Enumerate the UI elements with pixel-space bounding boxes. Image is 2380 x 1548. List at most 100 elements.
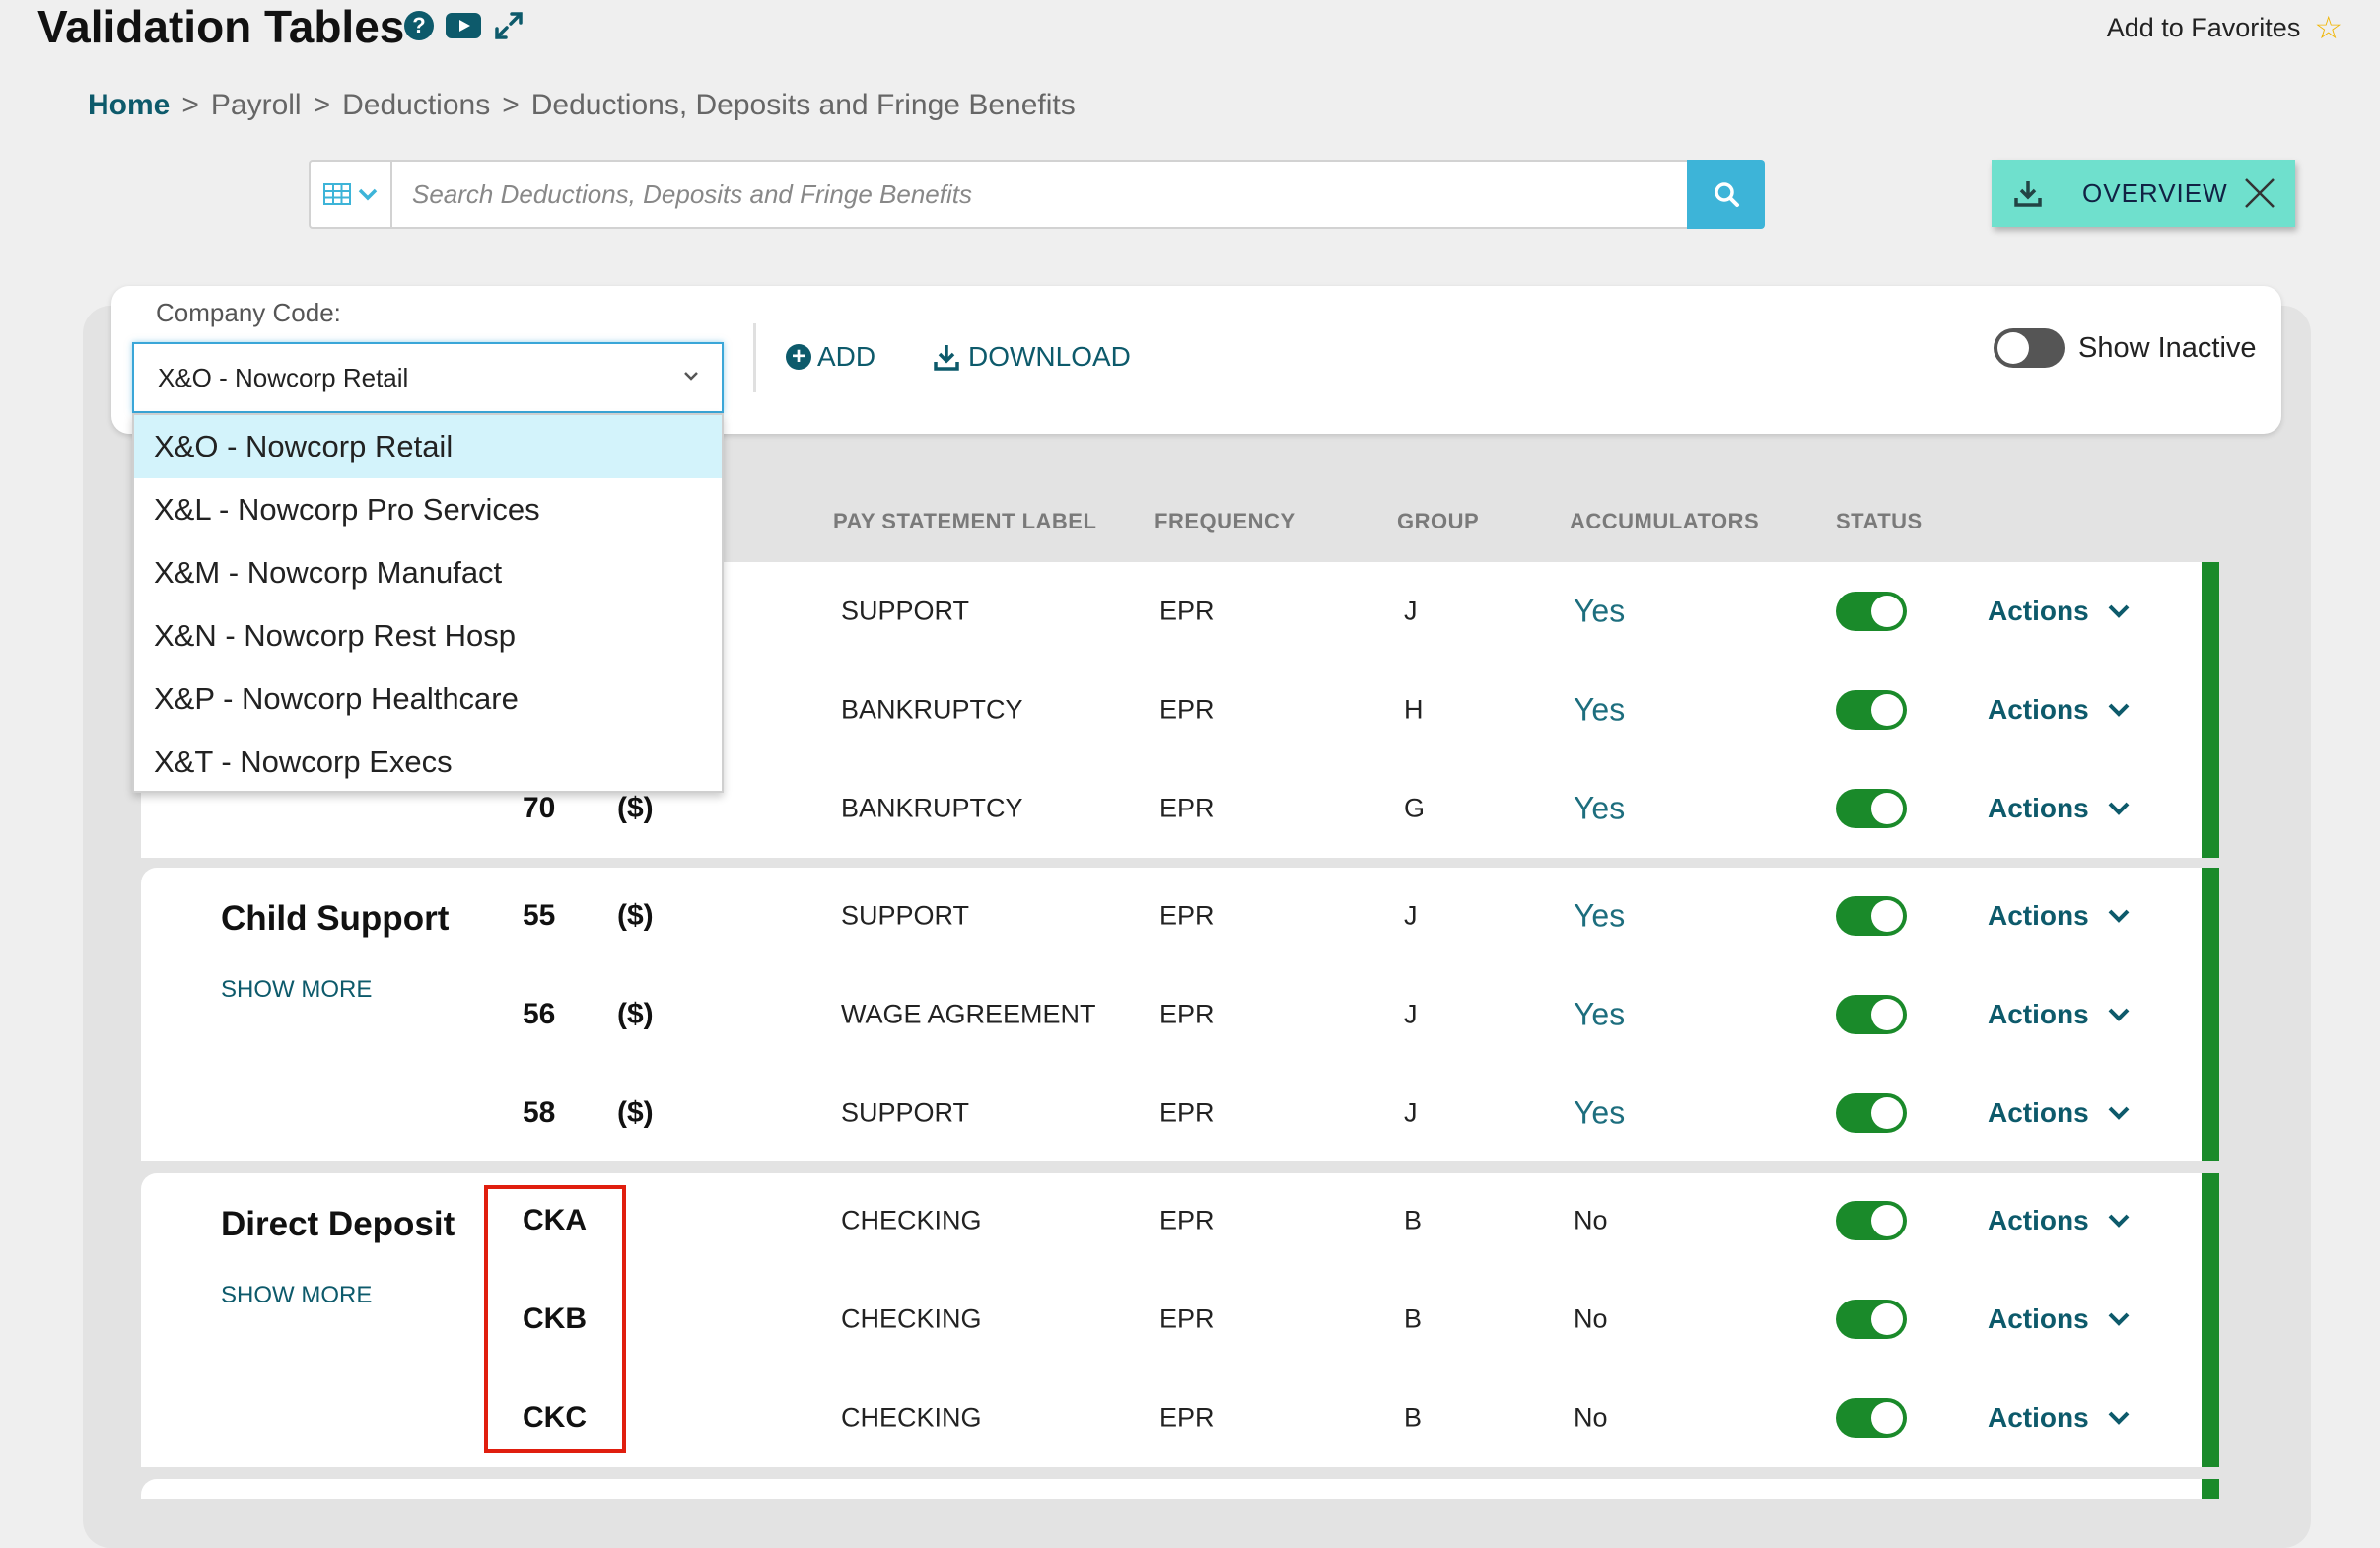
- row-unit: ($): [617, 998, 654, 1030]
- actions-label: Actions: [1988, 1402, 2089, 1433]
- show-inactive-label: Show Inactive: [2078, 332, 2257, 364]
- title-icons: ?: [404, 10, 525, 41]
- add-to-favorites[interactable]: Add to Favorites ☆: [2107, 12, 2343, 43]
- actions-dropdown[interactable]: Actions: [1988, 1205, 2131, 1236]
- search-input[interactable]: [392, 162, 1762, 227]
- row-pay-label: SUPPORT: [841, 900, 970, 931]
- row-frequency: EPR: [1159, 596, 1215, 626]
- show-inactive-toggle[interactable]: [1994, 328, 2065, 368]
- breadcrumb-deductions[interactable]: Deductions: [342, 89, 490, 121]
- column-header-status: STATUS: [1836, 509, 1923, 533]
- actions-label: Actions: [1988, 1097, 2089, 1128]
- column-header-group: GROUP: [1397, 509, 1480, 533]
- row-pay-label: CHECKING: [841, 1303, 982, 1334]
- grid-icon: [322, 183, 351, 205]
- status-toggle[interactable]: [1836, 1201, 1907, 1240]
- status-toggle[interactable]: [1836, 1093, 1907, 1133]
- row-accumulators: No: [1574, 1205, 1608, 1235]
- dropdown-option[interactable]: X&O - Nowcorp Retail: [134, 415, 722, 478]
- help-icon[interactable]: ?: [404, 11, 434, 40]
- actions-label: Actions: [1988, 596, 2089, 626]
- download-button[interactable]: DOWNLOAD: [933, 341, 1131, 373]
- row-group: J: [1404, 596, 1418, 626]
- actions-dropdown[interactable]: Actions: [1988, 1303, 2131, 1335]
- chevron-down-icon: [2108, 802, 2130, 815]
- row-unit: ($): [617, 792, 654, 824]
- add-button[interactable]: + ADD: [786, 341, 875, 373]
- row-accumulators: No: [1574, 1402, 1608, 1433]
- row-accumulators[interactable]: Yes: [1574, 692, 1625, 729]
- dropdown-option[interactable]: X&P - Nowcorp Healthcare: [134, 668, 722, 731]
- row-frequency: EPR: [1159, 999, 1215, 1029]
- breadcrumb-separator: >: [181, 89, 199, 121]
- actions-dropdown[interactable]: Actions: [1988, 1402, 2131, 1434]
- row-pay-label: WAGE AGREEMENT: [841, 999, 1096, 1029]
- chevron-down-icon: [2108, 703, 2130, 717]
- dropdown-option[interactable]: X&M - Nowcorp Manufact: [134, 541, 722, 604]
- table-row: 58 ($) SUPPORT EPR J Yes Actions: [0, 1064, 2380, 1162]
- breadcrumb-separator: >: [313, 89, 331, 121]
- row-code: 56: [523, 998, 556, 1030]
- download-label: DOWNLOAD: [968, 341, 1131, 372]
- search-bar: [309, 160, 1764, 229]
- view-selector[interactable]: [311, 162, 392, 227]
- actions-dropdown[interactable]: Actions: [1988, 793, 2131, 824]
- column-header-accumulators: ACCUMULATORS: [1570, 509, 1760, 533]
- company-code-label: Company Code:: [156, 298, 341, 327]
- row-frequency: EPR: [1159, 793, 1215, 823]
- close-icon[interactable]: [2242, 176, 2277, 211]
- row-unit: ($): [617, 1096, 654, 1129]
- toolbar-divider: [753, 323, 756, 392]
- row-unit: ($): [617, 899, 654, 932]
- row-pay-label: SUPPORT: [841, 1097, 970, 1128]
- row-code: 58: [523, 1096, 556, 1129]
- expand-icon[interactable]: [493, 10, 525, 41]
- row-frequency: EPR: [1159, 900, 1215, 931]
- overview-button[interactable]: OVERVIEW: [1992, 160, 2295, 227]
- breadcrumb-home[interactable]: Home: [88, 89, 170, 121]
- column-header-pay-statement-label: PAY STATEMENT LABEL: [833, 509, 1097, 533]
- actions-dropdown[interactable]: Actions: [1988, 999, 2131, 1030]
- row-accumulators[interactable]: Yes: [1574, 594, 1625, 630]
- row-accumulators[interactable]: Yes: [1574, 1095, 1625, 1132]
- chevron-down-icon: [358, 188, 377, 201]
- company-code-dropdown: X&O - Nowcorp Retail X&L - Nowcorp Pro S…: [132, 413, 724, 793]
- row-group: J: [1404, 1097, 1418, 1128]
- row-accumulators[interactable]: Yes: [1574, 791, 1625, 827]
- table-row: CKA CHECKING EPR B No Actions: [0, 1171, 2380, 1270]
- actions-dropdown[interactable]: Actions: [1988, 1097, 2131, 1129]
- company-code-select[interactable]: X&O - Nowcorp Retail: [132, 342, 724, 413]
- star-icon[interactable]: ☆: [2314, 12, 2343, 43]
- status-toggle[interactable]: [1836, 592, 1907, 631]
- chevron-down-icon: [2108, 1008, 2130, 1021]
- page-title: Validation Tables: [37, 1, 405, 52]
- actions-dropdown[interactable]: Actions: [1988, 694, 2131, 726]
- dropdown-option[interactable]: X&T - Nowcorp Execs: [134, 731, 722, 794]
- download-icon: [934, 345, 959, 371]
- status-toggle[interactable]: [1836, 896, 1907, 936]
- row-pay-label: CHECKING: [841, 1205, 982, 1235]
- search-button[interactable]: [1687, 160, 1765, 229]
- chevron-down-icon: [684, 372, 698, 381]
- highlight-box: [484, 1185, 626, 1453]
- actions-dropdown[interactable]: Actions: [1988, 596, 2131, 627]
- row-code: 70: [523, 792, 556, 824]
- dropdown-option[interactable]: X&L - Nowcorp Pro Services: [134, 478, 722, 541]
- breadcrumb-payroll[interactable]: Payroll: [211, 89, 302, 121]
- row-group: H: [1404, 694, 1424, 725]
- group-status-bar: [2202, 1479, 2219, 1499]
- row-accumulators[interactable]: Yes: [1574, 898, 1625, 935]
- add-label: ADD: [817, 341, 876, 372]
- row-accumulators[interactable]: Yes: [1574, 997, 1625, 1033]
- dropdown-option[interactable]: X&N - Nowcorp Rest Hosp: [134, 604, 722, 668]
- video-icon[interactable]: [446, 13, 481, 38]
- status-toggle[interactable]: [1836, 690, 1907, 730]
- status-toggle[interactable]: [1836, 995, 1907, 1034]
- favorites-label: Add to Favorites: [2106, 12, 2301, 42]
- table-row: CKC CHECKING EPR B No Actions: [0, 1369, 2380, 1467]
- status-toggle[interactable]: [1836, 1398, 1907, 1438]
- actions-dropdown[interactable]: Actions: [1988, 900, 2131, 932]
- status-toggle[interactable]: [1836, 789, 1907, 828]
- row-pay-label: BANKRUPTCY: [841, 793, 1023, 823]
- status-toggle[interactable]: [1836, 1300, 1907, 1339]
